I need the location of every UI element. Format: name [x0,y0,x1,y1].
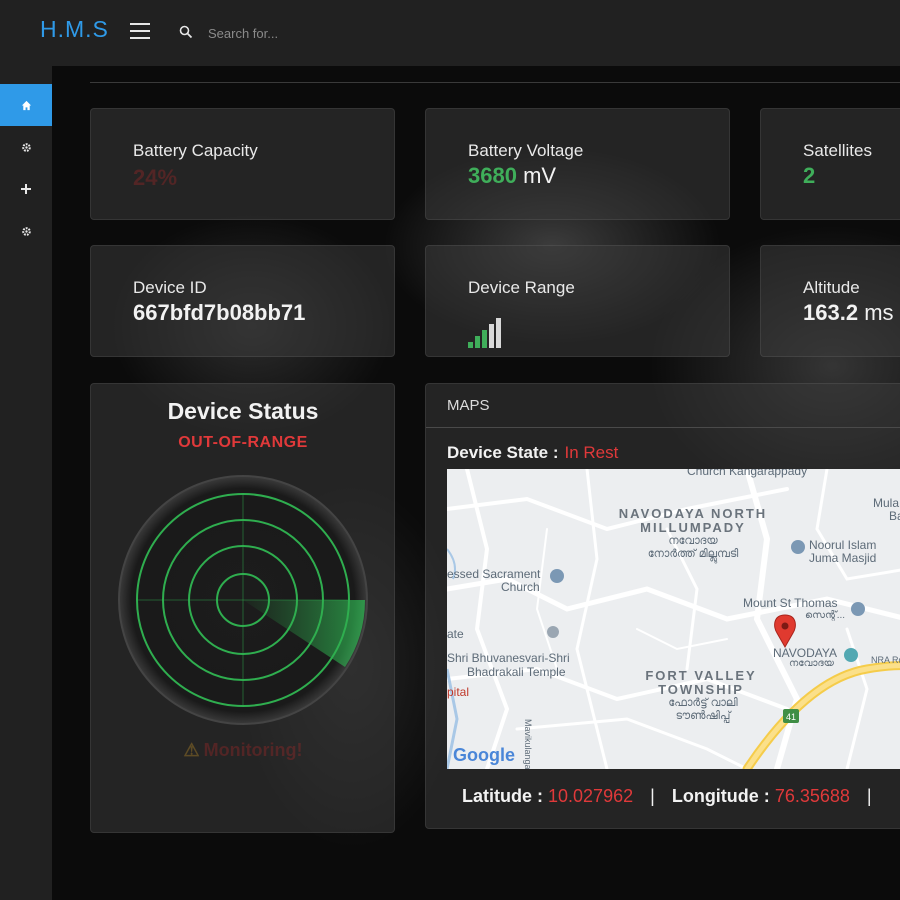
altitude-card: Altitude 163.2 ms [760,245,900,357]
dashboard-main: Battery Capacity 24% Battery Voltage 368… [52,66,900,900]
map-label: MILLUMPADY [640,520,746,535]
warning-icon: ⚠ [183,740,200,760]
gear-icon [21,226,31,236]
map-label: Church [501,580,540,594]
card-label: Device Range [468,278,575,297]
device-status-card: Device Status OUT-OF-RANGE ⚠ Monitoring! [90,383,395,833]
map-view[interactable]: 41 Church Kangarappady NAVODAYA NORTH MI… [447,469,900,769]
signal-strength-icon [468,316,508,348]
monitoring-text: ⚠ Monitoring! [183,740,303,760]
search-input[interactable] [200,20,460,46]
card-label: Altitude [803,278,860,297]
google-logo: Google [453,745,515,765]
map-label: NRA Rd [871,655,900,665]
map-label: സെന്റ്... [805,610,846,621]
map-label: Juma Masjid [809,551,877,565]
sidebar [0,66,52,900]
svg-text:41: 41 [786,712,796,722]
card-label: Battery Voltage [468,141,584,160]
maps-card: MAPS Device State : In Rest 41 Church Ka… [425,383,900,829]
search-icon[interactable] [179,25,193,39]
top-navbar: H.M.S [0,0,900,66]
status-title: Device Status [167,398,319,424]
device-range-card: Device Range [425,245,730,357]
battery-voltage-card: Battery Voltage 3680 mV [425,108,730,220]
map-label: Mula [873,496,900,510]
longitude-value: 76.35688 [774,786,850,806]
device-id-value: 667bfd7b08bb71 [133,300,306,325]
map-label: FORT VALLEY [645,668,757,683]
card-label: Satellites [803,141,872,160]
map-pin-icon [774,614,796,649]
status-value: OUT-OF-RANGE [178,434,308,451]
brand-logo[interactable]: H.M.S [40,16,109,43]
sidebar-item-add[interactable] [0,168,52,210]
map-label: pital [447,685,470,699]
sidebar-item-home[interactable] [0,84,52,126]
card-label: Battery Capacity [133,141,258,160]
battery-capacity-value: 24% [133,165,178,190]
device-id-card: Device ID 667bfd7b08bb71 [90,245,395,357]
sidebar-item-settings[interactable] [0,126,52,168]
coordinates-row: Latitude : 10.027962 | Longitude : 76.35… [462,786,872,806]
map-label: Church Kangarappady [687,469,808,478]
menu-toggle-icon[interactable] [130,23,150,39]
map-label: Shri Bhuvanesvari-Shri [447,651,570,665]
divider [90,82,900,83]
map-label: നവോദയ നോർത്ത് മില്ലുമ്പടി [647,535,739,560]
altitude-value: 163.2 ms [803,300,894,326]
map-label: NAVODAYA NORTH [618,506,768,521]
battery-capacity-card: Battery Capacity 24% [90,108,395,220]
maps-header: MAPS [447,397,490,414]
map-label: Mavikulangara Rd [523,719,533,769]
altitude-unit: ms [864,300,894,325]
latitude-value: 10.027962 [548,786,634,806]
map-label: TOWNSHIP [658,682,744,697]
card-label: Device ID [133,278,207,297]
map-label: ate [447,627,464,641]
map-label: Ba [889,509,900,523]
gear-icon [21,142,31,152]
voltage-number: 3680 [468,163,517,188]
sidebar-item-config[interactable] [0,210,52,252]
map-label: Bhadrakali Temple [467,665,566,679]
device-state: Device State : In Rest [447,443,619,462]
home-icon [21,100,31,110]
altitude-number: 163.2 [803,300,859,325]
divider [426,427,900,428]
map-label: നവോദയ [789,658,834,669]
satellites-card: Satellites 2 [760,108,900,220]
device-state-value: In Rest [564,443,619,462]
map-label: ഫോർട്ട് വാലി ടൗൺഷിപ്പ് [668,697,738,722]
radar-icon [118,475,368,725]
plus-icon [21,184,31,194]
map-label: Noorul Islam [809,538,877,552]
battery-voltage-value: 3680 mV [468,163,556,189]
voltage-unit: mV [523,163,557,188]
satellites-value: 2 [803,163,816,188]
map-label: essed Sacrament [447,567,541,581]
map-label: Mount St Thomas [743,596,838,610]
